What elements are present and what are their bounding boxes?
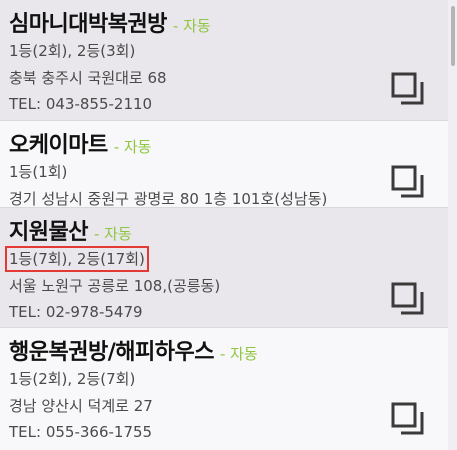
store-address: 서울 노원구 공릉로 108,(공릉동)	[9, 277, 221, 295]
win-count: 1등(1회)	[9, 163, 68, 181]
store-item[interactable]: 오케이마트 - 자동 1등(1회) 경기 성남시 중원구 광명로 80 1층 10…	[0, 121, 448, 208]
store-name: 심마니대박복권방 - 자동	[9, 12, 211, 37]
copy-icon[interactable]	[391, 72, 425, 106]
store-address: 경남 양산시 덕계로 27	[9, 397, 153, 415]
store-address: 경기 성남시 중원구 광명로 80 1층 101호(성남동)	[9, 190, 328, 208]
store-address: 충북 충주시 국원대로 68	[9, 69, 167, 87]
auto-label: - 자동	[113, 138, 152, 156]
win-count: 1등(2회), 2등(3회)	[9, 42, 136, 60]
copy-icon[interactable]	[391, 402, 425, 436]
store-name: 오케이마트 - 자동	[9, 133, 152, 158]
store-list[interactable]: 심마니대박복권방 - 자동 1등(2회), 2등(3회) 충북 충주시 국원대로 …	[0, 0, 448, 450]
copy-icon[interactable]	[391, 165, 425, 199]
store-name: 행운복권방/해피하우스 - 자동	[9, 340, 258, 365]
store-item[interactable]: 심마니대박복권방 - 자동 1등(2회), 2등(3회) 충북 충주시 국원대로 …	[0, 0, 448, 121]
auto-label: - 자동	[219, 345, 258, 363]
scrollbar[interactable]	[449, 0, 457, 450]
auto-label: - 자동	[172, 17, 211, 35]
store-phone: TEL: 02-978-5479	[9, 303, 143, 321]
store-name: 지원물산 - 자동	[9, 220, 132, 245]
store-item[interactable]: 행운복권방/해피하우스 - 자동 1등(2회), 2등(7회) 경남 양산시 덕계…	[0, 328, 448, 450]
copy-icon[interactable]	[391, 282, 425, 316]
win-count: 1등(2회), 2등(7회)	[9, 370, 136, 388]
store-phone: TEL: 043-855-2110	[9, 95, 153, 113]
auto-label: - 자동	[93, 225, 132, 243]
win-count: 1등(7회), 2등(17회)	[5, 246, 149, 272]
highlighted-win-count: 1등(7회), 2등(17회)	[5, 246, 149, 272]
store-item[interactable]: 지원물산 - 자동 1등(7회), 2등(17회) 서울 노원구 공릉로 108,…	[0, 208, 448, 328]
scroll-thumb[interactable]	[451, 6, 455, 66]
store-phone: TEL: 055-366-1755	[9, 423, 153, 441]
